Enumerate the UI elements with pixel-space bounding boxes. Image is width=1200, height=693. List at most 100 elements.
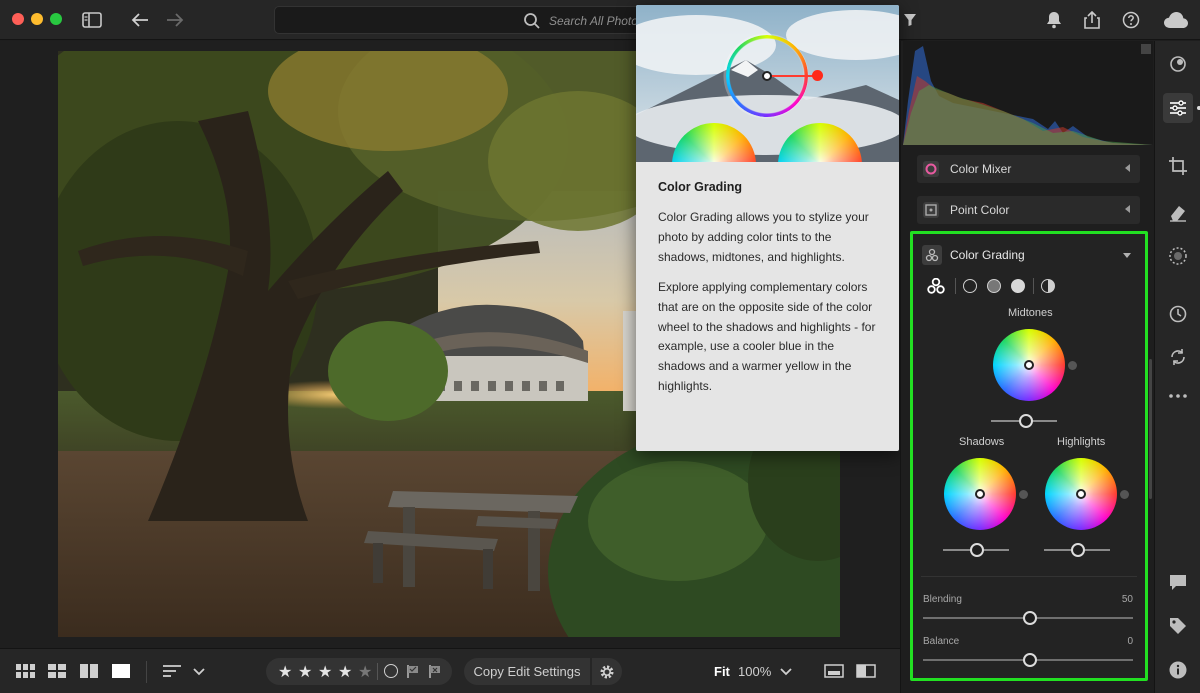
global-mode-icon[interactable] bbox=[1041, 279, 1055, 293]
zoom-level-label[interactable]: 100% bbox=[738, 664, 771, 679]
cloud-icon[interactable] bbox=[1161, 8, 1191, 32]
info-icon[interactable] bbox=[1167, 659, 1189, 681]
keywords-tag-icon[interactable] bbox=[1167, 615, 1189, 637]
blending-label: Blending bbox=[923, 594, 962, 605]
before-after-icon[interactable] bbox=[856, 663, 876, 679]
zoom-window-button[interactable] bbox=[50, 13, 62, 25]
back-arrow-icon[interactable] bbox=[128, 8, 152, 32]
point-color-section[interactable]: Point Color bbox=[917, 196, 1140, 224]
tooltip-hue-handle bbox=[812, 70, 823, 81]
point-color-label: Point Color bbox=[950, 203, 1010, 217]
rating-star-2[interactable]: ★ bbox=[298, 662, 312, 682]
color-mixer-icon bbox=[923, 161, 939, 177]
highlights-wheel-side-dot[interactable] bbox=[1120, 490, 1129, 499]
balance-label: Balance bbox=[923, 636, 960, 647]
highlights-wheel-handle[interactable] bbox=[1076, 489, 1086, 499]
zoom-chevron-down-icon[interactable] bbox=[780, 663, 792, 679]
history-icon[interactable] bbox=[1167, 303, 1189, 325]
tooltip-hue-line bbox=[767, 75, 817, 77]
rating-star-5[interactable]: ★ bbox=[358, 662, 372, 682]
midtones-luminance-thumb[interactable] bbox=[1019, 414, 1033, 428]
search-icon bbox=[523, 12, 541, 30]
edit-sliders-icon[interactable] bbox=[1167, 97, 1189, 119]
pick-flag-icon[interactable] bbox=[406, 664, 420, 684]
bell-icon[interactable] bbox=[1042, 8, 1066, 32]
close-window-button[interactable] bbox=[12, 13, 24, 25]
forward-arrow-icon[interactable] bbox=[163, 8, 187, 32]
midtones-label: Midtones bbox=[1008, 307, 1053, 319]
color-mixer-label: Color Mixer bbox=[950, 162, 1012, 176]
detail-view-icon[interactable] bbox=[112, 663, 130, 679]
three-way-mode-icon[interactable] bbox=[927, 277, 945, 299]
color-mixer-caret-icon bbox=[1125, 164, 1130, 172]
shadows-wheel-side-dot[interactable] bbox=[1019, 490, 1028, 499]
highlights-label: Highlights bbox=[1057, 436, 1106, 448]
compare-view-icon[interactable] bbox=[80, 663, 98, 679]
tooltip-preview-image bbox=[636, 5, 899, 162]
panel-scrollbar[interactable] bbox=[1149, 359, 1152, 499]
blending-value[interactable]: 50 bbox=[1103, 594, 1133, 605]
rating-flag-group: ★ ★ ★ ★ ★ bbox=[266, 658, 452, 685]
highlights-luminance-thumb[interactable] bbox=[1071, 543, 1085, 557]
minimize-window-button[interactable] bbox=[31, 13, 43, 25]
color-grading-caret-icon[interactable] bbox=[1123, 253, 1131, 258]
rating-divider bbox=[377, 663, 378, 680]
mode-divider bbox=[955, 278, 956, 294]
color-grading-section: Color Grading Midtones Shadows Highlight… bbox=[910, 231, 1148, 681]
balance-slider-thumb[interactable] bbox=[1023, 653, 1037, 667]
comments-icon[interactable] bbox=[1167, 571, 1189, 593]
grid-large-view-icon[interactable] bbox=[48, 663, 66, 679]
color-grading-tooltip: Color Grading Color Grading allows you t… bbox=[636, 5, 899, 451]
fit-zoom-label[interactable]: Fit bbox=[714, 664, 730, 679]
copy-settings-gear-icon[interactable] bbox=[592, 658, 622, 685]
tooltip-paragraph-2: Explore applying complementary colors th… bbox=[658, 280, 876, 393]
bottom-toolbar: ★ ★ ★ ★ ★ Copy Edit Settings Fit 100% bbox=[0, 648, 900, 693]
tooltip-center-dot bbox=[762, 71, 772, 81]
cg-divider bbox=[921, 576, 1137, 577]
lightroom-window: Color Grading Color Grading allows you t… bbox=[0, 0, 1200, 693]
rating-star-3[interactable]: ★ bbox=[318, 662, 332, 682]
reject-flag-icon[interactable] bbox=[428, 664, 442, 684]
color-mixer-section[interactable]: Color Mixer bbox=[917, 155, 1140, 183]
right-tool-rail bbox=[1154, 41, 1200, 693]
balance-value[interactable]: 0 bbox=[1103, 636, 1133, 647]
sort-icon[interactable] bbox=[162, 663, 182, 679]
filter-icon[interactable] bbox=[898, 8, 922, 32]
more-options-icon[interactable] bbox=[1167, 385, 1189, 407]
tooltip-paragraph-1: Color Grading allows you to stylize your… bbox=[658, 210, 869, 264]
tooltip-title: Color Grading bbox=[658, 180, 743, 194]
rating-star-4[interactable]: ★ bbox=[338, 662, 352, 682]
color-grading-icon bbox=[922, 245, 942, 265]
toolbar-divider bbox=[146, 661, 147, 683]
color-grading-label[interactable]: Color Grading bbox=[950, 248, 1025, 262]
unflag-icon[interactable] bbox=[384, 664, 398, 678]
shadows-mode-icon[interactable] bbox=[963, 279, 977, 293]
mode-divider-2 bbox=[1033, 278, 1034, 294]
point-color-caret-icon bbox=[1125, 205, 1130, 213]
healing-eraser-icon[interactable] bbox=[1167, 201, 1189, 223]
share-icon[interactable] bbox=[1080, 8, 1104, 32]
edit-panel: Color Mixer Point Color Color Grading Mi… bbox=[900, 41, 1154, 693]
shadows-label: Shadows bbox=[959, 436, 1005, 448]
panel-toggle-icon[interactable] bbox=[80, 8, 104, 32]
copy-edit-settings-button[interactable]: Copy Edit Settings bbox=[464, 658, 590, 685]
highlights-mode-icon[interactable] bbox=[1011, 279, 1025, 293]
filmstrip-icon[interactable] bbox=[824, 663, 844, 679]
sort-chevron-down-icon[interactable] bbox=[193, 663, 205, 679]
presets-icon[interactable] bbox=[1167, 53, 1189, 75]
histogram bbox=[903, 41, 1153, 145]
shadows-luminance-thumb[interactable] bbox=[970, 543, 984, 557]
midtones-wheel-handle[interactable] bbox=[1024, 360, 1034, 370]
versions-icon[interactable] bbox=[1167, 346, 1189, 368]
midtones-wheel-side-dot[interactable] bbox=[1068, 361, 1077, 370]
grid-small-view-icon[interactable] bbox=[16, 663, 36, 679]
masking-icon[interactable] bbox=[1167, 245, 1189, 267]
histogram-clip-indicator[interactable] bbox=[1141, 44, 1151, 54]
top-bar bbox=[0, 0, 1200, 40]
blending-slider-thumb[interactable] bbox=[1023, 611, 1037, 625]
midtones-mode-icon[interactable] bbox=[987, 279, 1001, 293]
shadows-wheel-handle[interactable] bbox=[975, 489, 985, 499]
crop-icon[interactable] bbox=[1167, 155, 1189, 177]
help-icon[interactable] bbox=[1119, 8, 1143, 32]
rating-star-1[interactable]: ★ bbox=[278, 662, 292, 682]
